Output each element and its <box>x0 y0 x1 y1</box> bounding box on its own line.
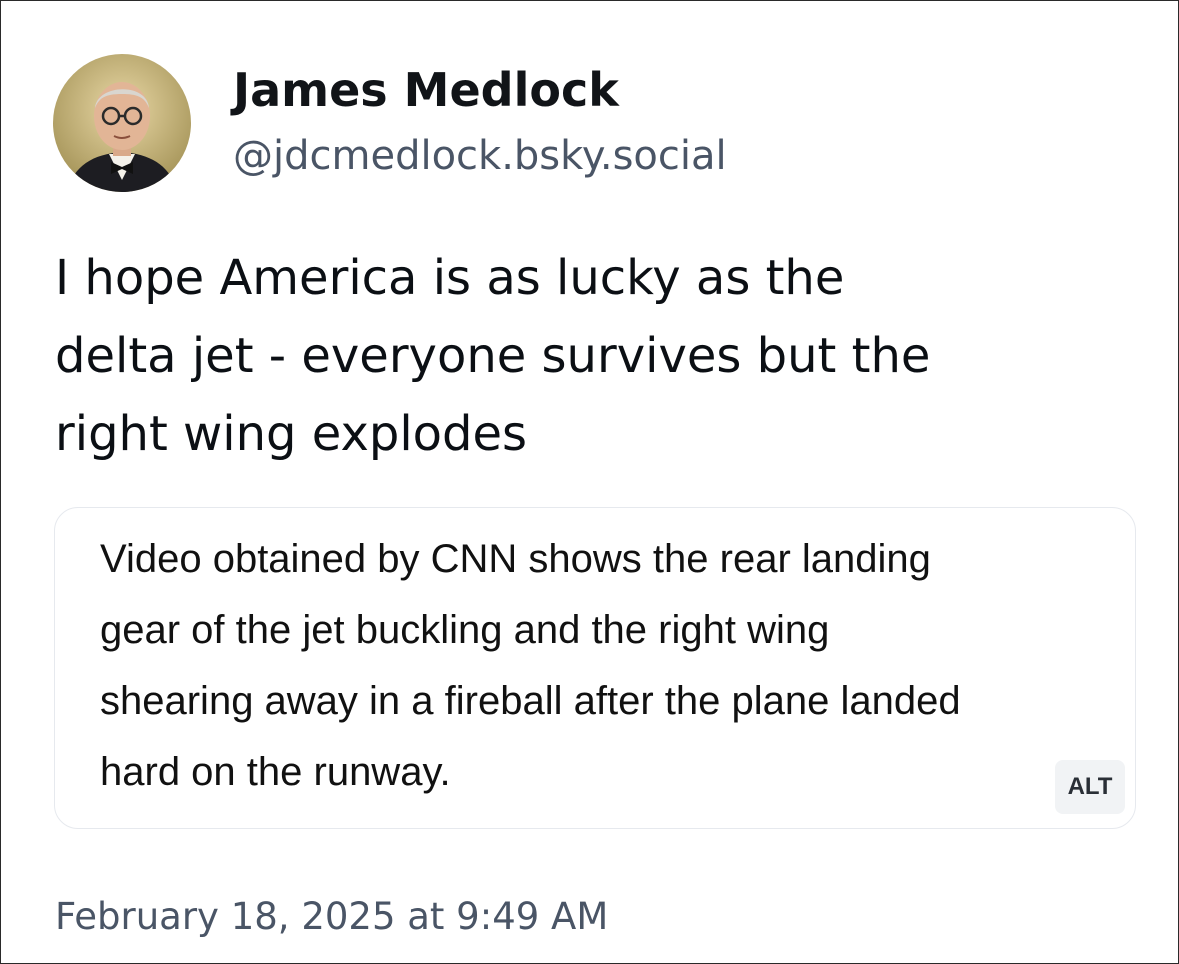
embedded-media-card[interactable]: Video obtained by CNN shows the rear lan… <box>54 507 1136 829</box>
post-container: James Medlock @jdcmedlock.bsky.social I … <box>0 0 1179 964</box>
post-header: James Medlock @jdcmedlock.bsky.social <box>53 53 727 193</box>
post-text: I hope America is as lucky as the delta … <box>55 250 931 462</box>
author-display-name[interactable]: James Medlock <box>233 60 727 120</box>
avatar-portrait-image <box>53 54 191 192</box>
author-names: James Medlock @jdcmedlock.bsky.social <box>233 60 727 186</box>
author-handle[interactable]: @jdcmedlock.bsky.social <box>233 126 727 186</box>
avatar[interactable] <box>53 54 191 192</box>
alt-text-button[interactable]: ALT <box>1055 760 1125 814</box>
post-timestamp: February 18, 2025 at 9:49 AM <box>55 895 609 938</box>
embedded-image-text: Video obtained by CNN shows the rear lan… <box>100 537 961 794</box>
